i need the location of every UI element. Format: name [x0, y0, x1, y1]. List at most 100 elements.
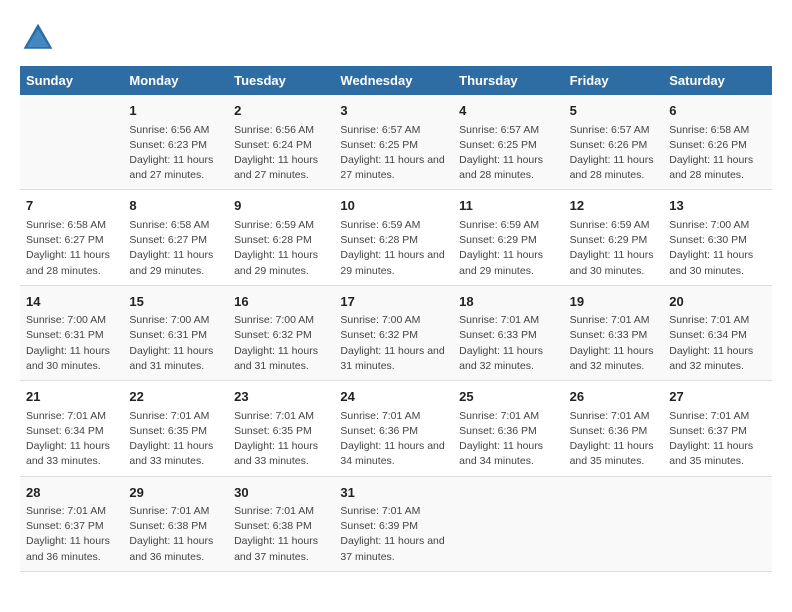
day-number: 9: [234, 196, 328, 216]
calendar-cell: 2Sunrise: 6:56 AMSunset: 6:24 PMDaylight…: [228, 95, 334, 190]
week-row-2: 7Sunrise: 6:58 AMSunset: 6:27 PMDaylight…: [20, 190, 772, 285]
calendar-cell: 6Sunrise: 6:58 AMSunset: 6:26 PMDaylight…: [663, 95, 772, 190]
calendar-cell: 12Sunrise: 6:59 AMSunset: 6:29 PMDayligh…: [564, 190, 664, 285]
calendar-cell: 15Sunrise: 7:00 AMSunset: 6:31 PMDayligh…: [123, 285, 228, 380]
day-number: 21: [26, 387, 117, 407]
day-number: 25: [459, 387, 557, 407]
cell-info: Sunrise: 7:01 AMSunset: 6:38 PMDaylight:…: [234, 504, 328, 565]
calendar-cell: 21Sunrise: 7:01 AMSunset: 6:34 PMDayligh…: [20, 381, 123, 476]
calendar-cell: 23Sunrise: 7:01 AMSunset: 6:35 PMDayligh…: [228, 381, 334, 476]
cell-info: Sunrise: 7:01 AMSunset: 6:39 PMDaylight:…: [340, 504, 447, 565]
weekday-header-saturday: Saturday: [663, 66, 772, 95]
cell-info: Sunrise: 6:56 AMSunset: 6:23 PMDaylight:…: [129, 123, 222, 184]
cell-info: Sunrise: 7:01 AMSunset: 6:34 PMDaylight:…: [26, 409, 117, 470]
day-number: 23: [234, 387, 328, 407]
calendar-cell: 28Sunrise: 7:01 AMSunset: 6:37 PMDayligh…: [20, 476, 123, 571]
week-row-3: 14 Sunrise: 7:00 AMSunset: 6:31 PMDayligh…: [20, 285, 772, 380]
calendar-cell: 19Sunrise: 7:01 AMSunset: 6:33 PMDayligh…: [564, 285, 664, 380]
weekday-header-thursday: Thursday: [453, 66, 563, 95]
calendar-cell: 16Sunrise: 7:00 AMSunset: 6:32 PMDayligh…: [228, 285, 334, 380]
weekday-header-friday: Friday: [564, 66, 664, 95]
cell-info: Sunrise: 7:00 AMSunset: 6:32 PMDaylight:…: [234, 313, 328, 374]
day-number: 15: [129, 292, 222, 312]
calendar-table: SundayMondayTuesdayWednesdayThursdayFrid…: [20, 66, 772, 572]
logo-icon: [20, 20, 56, 56]
calendar-cell: 26Sunrise: 7:01 AMSunset: 6:36 PMDayligh…: [564, 381, 664, 476]
cell-info: Sunrise: 6:59 AMSunset: 6:28 PMDaylight:…: [340, 218, 447, 279]
cell-info: Sunrise: 6:57 AMSunset: 6:26 PMDaylight:…: [570, 123, 658, 184]
cell-info: Sunrise: 6:59 AMSunset: 6:28 PMDaylight:…: [234, 218, 328, 279]
day-number: 24: [340, 387, 447, 407]
calendar-cell: 5Sunrise: 6:57 AMSunset: 6:26 PMDaylight…: [564, 95, 664, 190]
day-number: 5: [570, 101, 658, 121]
cell-info: Sunrise: 7:00 AMSunset: 6:30 PMDaylight:…: [669, 218, 766, 279]
calendar-cell: 1Sunrise: 6:56 AMSunset: 6:23 PMDaylight…: [123, 95, 228, 190]
cell-info: Sunrise: 7:01 AMSunset: 6:36 PMDaylight:…: [570, 409, 658, 470]
calendar-cell: 22Sunrise: 7:01 AMSunset: 6:35 PMDayligh…: [123, 381, 228, 476]
day-number: 4: [459, 101, 557, 121]
day-number: 13: [669, 196, 766, 216]
calendar-cell: 24Sunrise: 7:01 AMSunset: 6:36 PMDayligh…: [334, 381, 453, 476]
cell-info: Sunrise: 6:58 AMSunset: 6:27 PMDaylight:…: [129, 218, 222, 279]
calendar-cell: 14Sunrise: 7:00 AMSunset: 6:31 PMDayligh…: [20, 285, 123, 380]
calendar-cell: [20, 95, 123, 190]
day-number: 16: [234, 292, 328, 312]
cell-info: Sunrise: 7:01 AMSunset: 6:36 PMDaylight:…: [340, 409, 447, 470]
cell-info: Sunrise: 6:58 AMSunset: 6:26 PMDaylight:…: [669, 123, 766, 184]
cell-info: Sunrise: 6:59 AMSunset: 6:29 PMDaylight:…: [570, 218, 658, 279]
cell-info: Sunrise: 6:59 AMSunset: 6:29 PMDaylight:…: [459, 218, 557, 279]
cell-info: Sunrise: 6:57 AMSunset: 6:25 PMDaylight:…: [340, 123, 447, 184]
calendar-cell: 29Sunrise: 7:01 AMSunset: 6:38 PMDayligh…: [123, 476, 228, 571]
calendar-cell: [453, 476, 563, 571]
cell-info: Sunrise: 7:01 AMSunset: 6:37 PMDaylight:…: [26, 504, 117, 565]
day-number: 1: [129, 101, 222, 121]
cell-info: Sunrise: 7:01 AMSunset: 6:35 PMDaylight:…: [234, 409, 328, 470]
weekday-header-sunday: Sunday: [20, 66, 123, 95]
week-row-5: 28Sunrise: 7:01 AMSunset: 6:37 PMDayligh…: [20, 476, 772, 571]
day-number: 20: [669, 292, 766, 312]
cell-info: Sunrise: 7:01 AMSunset: 6:34 PMDaylight:…: [669, 313, 766, 374]
calendar-cell: [663, 476, 772, 571]
day-number: 19: [570, 292, 658, 312]
day-number: 10: [340, 196, 447, 216]
calendar-body: 1Sunrise: 6:56 AMSunset: 6:23 PMDaylight…: [20, 95, 772, 571]
cell-info: Sunrise: 7:01 AMSunset: 6:36 PMDaylight:…: [459, 409, 557, 470]
week-row-4: 21Sunrise: 7:01 AMSunset: 6:34 PMDayligh…: [20, 381, 772, 476]
cell-info: Sunrise: 6:56 AMSunset: 6:24 PMDaylight:…: [234, 123, 328, 184]
day-number: 22: [129, 387, 222, 407]
weekday-header-tuesday: Tuesday: [228, 66, 334, 95]
cell-info: Sunrise: 7:00 AMSunset: 6:31 PMDaylight:…: [129, 313, 222, 374]
calendar-cell: 13Sunrise: 7:00 AMSunset: 6:30 PMDayligh…: [663, 190, 772, 285]
calendar-cell: [564, 476, 664, 571]
week-row-1: 1Sunrise: 6:56 AMSunset: 6:23 PMDaylight…: [20, 95, 772, 190]
day-number: 26: [570, 387, 658, 407]
calendar-cell: 27Sunrise: 7:01 AMSunset: 6:37 PMDayligh…: [663, 381, 772, 476]
day-number: 12: [570, 196, 658, 216]
day-number: 6: [669, 101, 766, 121]
day-number: 31: [340, 483, 447, 503]
day-number: 8: [129, 196, 222, 216]
day-number: 18: [459, 292, 557, 312]
day-number: 2: [234, 101, 328, 121]
calendar-cell: 8Sunrise: 6:58 AMSunset: 6:27 PMDaylight…: [123, 190, 228, 285]
cell-info: Sunrise: 7:01 AMSunset: 6:37 PMDaylight:…: [669, 409, 766, 470]
page-header: [20, 20, 772, 56]
cell-info: Sunrise: 7:00 AMSunset: 6:32 PMDaylight:…: [340, 313, 447, 374]
calendar-cell: 31Sunrise: 7:01 AMSunset: 6:39 PMDayligh…: [334, 476, 453, 571]
day-number: 28: [26, 483, 117, 503]
cell-info: Sunrise: 7:01 AMSunset: 6:33 PMDaylight:…: [570, 313, 658, 374]
weekday-header-row: SundayMondayTuesdayWednesdayThursdayFrid…: [20, 66, 772, 95]
cell-info: Sunrise: 7:01 AMSunset: 6:38 PMDaylight:…: [129, 504, 222, 565]
calendar-cell: 11Sunrise: 6:59 AMSunset: 6:29 PMDayligh…: [453, 190, 563, 285]
calendar-cell: 7Sunrise: 6:58 AMSunset: 6:27 PMDaylight…: [20, 190, 123, 285]
cell-info: Sunrise: 7:01 AMSunset: 6:35 PMDaylight:…: [129, 409, 222, 470]
day-number: 11: [459, 196, 557, 216]
calendar-header: SundayMondayTuesdayWednesdayThursdayFrid…: [20, 66, 772, 95]
calendar-cell: 3Sunrise: 6:57 AMSunset: 6:25 PMDaylight…: [334, 95, 453, 190]
day-number: 17: [340, 292, 447, 312]
day-number: 14: [26, 292, 117, 312]
day-number: 30: [234, 483, 328, 503]
logo: [20, 20, 62, 56]
calendar-cell: 10Sunrise: 6:59 AMSunset: 6:28 PMDayligh…: [334, 190, 453, 285]
calendar-cell: 4Sunrise: 6:57 AMSunset: 6:25 PMDaylight…: [453, 95, 563, 190]
